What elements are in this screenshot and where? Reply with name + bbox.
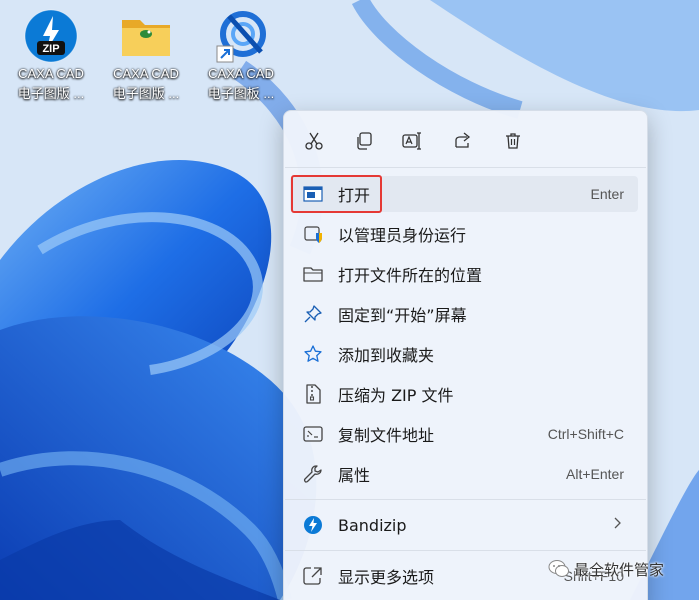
menu-item-copy-file-path[interactable]: 复制文件地址 Ctrl+Shift+C [290, 416, 638, 452]
desktop-icon-label-line2: 电子图板 ... [207, 86, 275, 101]
folder-icon [118, 8, 174, 64]
share-button[interactable] [447, 125, 479, 157]
menu-item-bandizip[interactable]: Bandizip [290, 507, 638, 543]
rename-button[interactable] [397, 125, 429, 157]
desktop-icon-label-line1: CAXA CAD [113, 66, 179, 81]
menu-item-shortcut: Ctrl+Shift+C [547, 426, 624, 442]
folder-outline-icon [302, 263, 324, 285]
menu-item-shortcut: Enter [590, 186, 624, 202]
bandizip-icon [302, 514, 324, 536]
menu-item-label: Bandizip [338, 515, 407, 535]
watermark-text: 最全软件管家 [574, 560, 665, 579]
share-icon [455, 132, 471, 148]
cut-button[interactable] [298, 125, 330, 157]
menu-item-open-file-location[interactable]: 打开文件所在的位置 [290, 256, 638, 292]
menu-item-label: 以管理员身份运行 [338, 226, 467, 245]
desktop-icon-label-line1: CAXA CAD [18, 66, 84, 81]
menu-item-label: 压缩为 ZIP 文件 [338, 386, 454, 405]
desktop-icon-caxa[interactable]: CAXA CAD 电子图板 ... [198, 8, 284, 104]
copy-icon [357, 132, 372, 150]
menu-item-pin-to-start[interactable]: 固定到“开始”屏幕 [290, 296, 638, 332]
svg-text:ZIP: ZIP [42, 43, 59, 55]
watermark: 最全软件管家 [548, 558, 664, 580]
delete-icon [506, 133, 520, 149]
desktop-icon-label-line1: CAXA CAD [208, 66, 274, 81]
desktop-icon-folder[interactable]: CAXA CAD 电子图版 ... [103, 8, 189, 104]
zip-icon: ZIP [23, 8, 79, 64]
delete-button[interactable] [497, 125, 529, 157]
zip-archive-icon [302, 383, 324, 405]
copy-button[interactable] [348, 125, 380, 157]
menu-item-label: 属性 [338, 466, 371, 485]
menu-item-add-to-favorites[interactable]: 添加到收藏夹 [290, 336, 638, 372]
caxa-shortcut-icon [213, 8, 269, 64]
menu-separator [285, 499, 646, 500]
menu-separator [285, 167, 646, 168]
chevron-right-icon [612, 517, 622, 533]
menu-separator [285, 550, 646, 551]
wechat-icon [548, 560, 569, 577]
menu-item-label: 添加到收藏夹 [338, 346, 435, 365]
menu-item-shortcut: Alt+Enter [566, 466, 624, 482]
menu-item-label: 显示更多选项 [338, 568, 435, 587]
quick-actions-row [284, 123, 647, 159]
star-icon [302, 343, 324, 365]
menu-item-properties[interactable]: 属性 Alt+Enter [290, 456, 638, 492]
shield-icon [302, 223, 324, 245]
desktop-icon-zip[interactable]: ZIP CAXA CAD 电子图版 ... [8, 8, 94, 104]
pin-icon [302, 303, 324, 325]
desktop: ZIP CAXA CAD 电子图版 ... CAXA CAD 电子图版 ... [0, 0, 699, 600]
copy-path-icon [302, 423, 324, 445]
menu-item-label: 打开文件所在的位置 [338, 266, 483, 285]
menu-item-run-as-admin[interactable]: 以管理员身份运行 [290, 216, 638, 252]
menu-item-label: 固定到“开始”屏幕 [338, 306, 467, 325]
wrench-icon [302, 463, 324, 485]
cut-icon [305, 132, 323, 150]
more-options-icon [302, 565, 324, 587]
menu-item-compress-zip[interactable]: 压缩为 ZIP 文件 [290, 376, 638, 412]
menu-item-label: 复制文件地址 [338, 426, 435, 445]
highlight-annotation-box [291, 175, 382, 213]
desktop-icon-label-line2: 电子图版 ... [17, 86, 85, 101]
desktop-icon-label-line2: 电子图版 ... [112, 86, 180, 101]
rename-icon [402, 132, 421, 150]
